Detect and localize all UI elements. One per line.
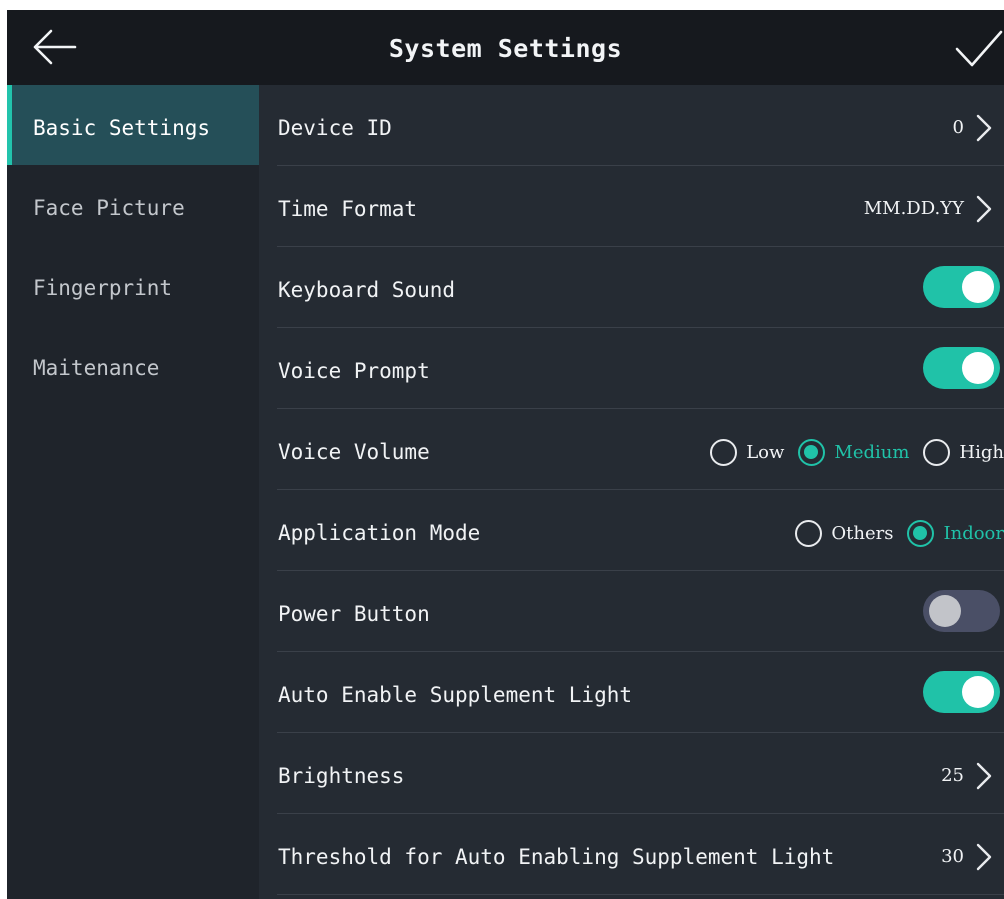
- radio-label: Low: [746, 442, 785, 463]
- toggle-knob: [962, 271, 994, 303]
- page-title: System Settings: [388, 34, 623, 63]
- power-button-label: Power Button: [278, 602, 430, 626]
- radio-label: Others: [831, 523, 894, 544]
- title-bar: System Settings: [7, 10, 1004, 85]
- voice-volume-radio-group: Low Medium High: [696, 409, 1004, 490]
- radio-checked-icon: [907, 520, 935, 547]
- sidebar-item-face-picture[interactable]: Face Picture: [7, 165, 259, 245]
- device-screen: System Settings Basic Settings Face Pict…: [7, 10, 1004, 899]
- brightness-label: Brightness: [278, 764, 405, 788]
- checkmark-icon: [955, 30, 1003, 67]
- radio-checked-icon: [798, 439, 826, 466]
- chevron-right-icon[interactable]: [974, 113, 994, 143]
- auto-supplement-light-label: Auto Enable Supplement Light: [278, 683, 633, 707]
- chevron-right-icon[interactable]: [974, 842, 994, 872]
- voice-volume-low-radio[interactable]: Low: [710, 439, 784, 466]
- voice-volume-medium-radio[interactable]: Medium: [798, 439, 909, 466]
- sidebar-item-fingerprint[interactable]: Fingerprint: [7, 245, 259, 325]
- keyboard-sound-toggle[interactable]: [923, 266, 1000, 308]
- toggle-knob: [962, 676, 994, 708]
- power-button-toggle[interactable]: [923, 590, 1000, 632]
- radio-label: High: [959, 442, 1004, 463]
- time-format-label: Time Format: [278, 197, 418, 221]
- application-mode-radio-group: Others Indoor: [781, 490, 1004, 571]
- chevron-right-icon[interactable]: [974, 761, 994, 791]
- voice-prompt-toggle[interactable]: [923, 347, 1000, 389]
- settings-list: Device ID 0 Time Format MM.DD.YY Keyboar…: [259, 85, 1004, 899]
- sidebar: Basic Settings Face Picture Fingerprint …: [7, 85, 259, 899]
- device-id-value: 0: [952, 117, 964, 138]
- sidebar-item-maintenance[interactable]: Maitenance: [7, 325, 259, 405]
- keyboard-sound-row: Keyboard Sound: [259, 247, 1004, 328]
- toggle-knob: [962, 352, 994, 384]
- chevron-right-icon[interactable]: [974, 194, 994, 224]
- threshold-label: Threshold for Auto Enabling Supplement L…: [278, 845, 835, 869]
- device-id-row[interactable]: Device ID 0: [259, 85, 1004, 166]
- application-mode-indoor-radio[interactable]: Indoor: [907, 520, 1004, 547]
- voice-prompt-row: Voice Prompt: [259, 328, 1004, 409]
- auto-supplement-light-toggle[interactable]: [923, 671, 1000, 713]
- brightness-row[interactable]: Brightness 25: [259, 733, 1004, 814]
- radio-unchecked-icon: [710, 439, 738, 466]
- voice-volume-label: Voice Volume: [278, 440, 430, 464]
- device-id-label: Device ID: [278, 116, 392, 140]
- radio-label: Medium: [834, 442, 910, 463]
- voice-volume-row: Voice Volume Low Medium High: [259, 409, 1004, 490]
- time-format-value: MM.DD.YY: [863, 198, 964, 219]
- threshold-row[interactable]: Threshold for Auto Enabling Supplement L…: [259, 814, 1004, 895]
- auto-supplement-light-row: Auto Enable Supplement Light: [259, 652, 1004, 733]
- keyboard-sound-label: Keyboard Sound: [278, 278, 456, 302]
- brightness-value: 25: [941, 765, 964, 786]
- radio-unchecked-icon: [923, 439, 951, 466]
- radio-label: Indoor: [943, 523, 1004, 544]
- application-mode-others-radio[interactable]: Others: [795, 520, 893, 547]
- application-mode-row: Application Mode Others Indoor: [259, 490, 1004, 571]
- voice-volume-high-radio[interactable]: High: [923, 439, 1004, 466]
- application-mode-label: Application Mode: [278, 521, 481, 545]
- threshold-value: 30: [941, 846, 964, 867]
- time-format-row[interactable]: Time Format MM.DD.YY: [259, 166, 1004, 247]
- power-button-row: Power Button: [259, 571, 1004, 652]
- voice-prompt-label: Voice Prompt: [278, 359, 430, 383]
- toggle-knob: [929, 595, 961, 627]
- sidebar-item-basic-settings[interactable]: Basic Settings: [7, 85, 259, 165]
- confirm-button[interactable]: [954, 26, 1004, 72]
- radio-unchecked-icon: [795, 520, 823, 547]
